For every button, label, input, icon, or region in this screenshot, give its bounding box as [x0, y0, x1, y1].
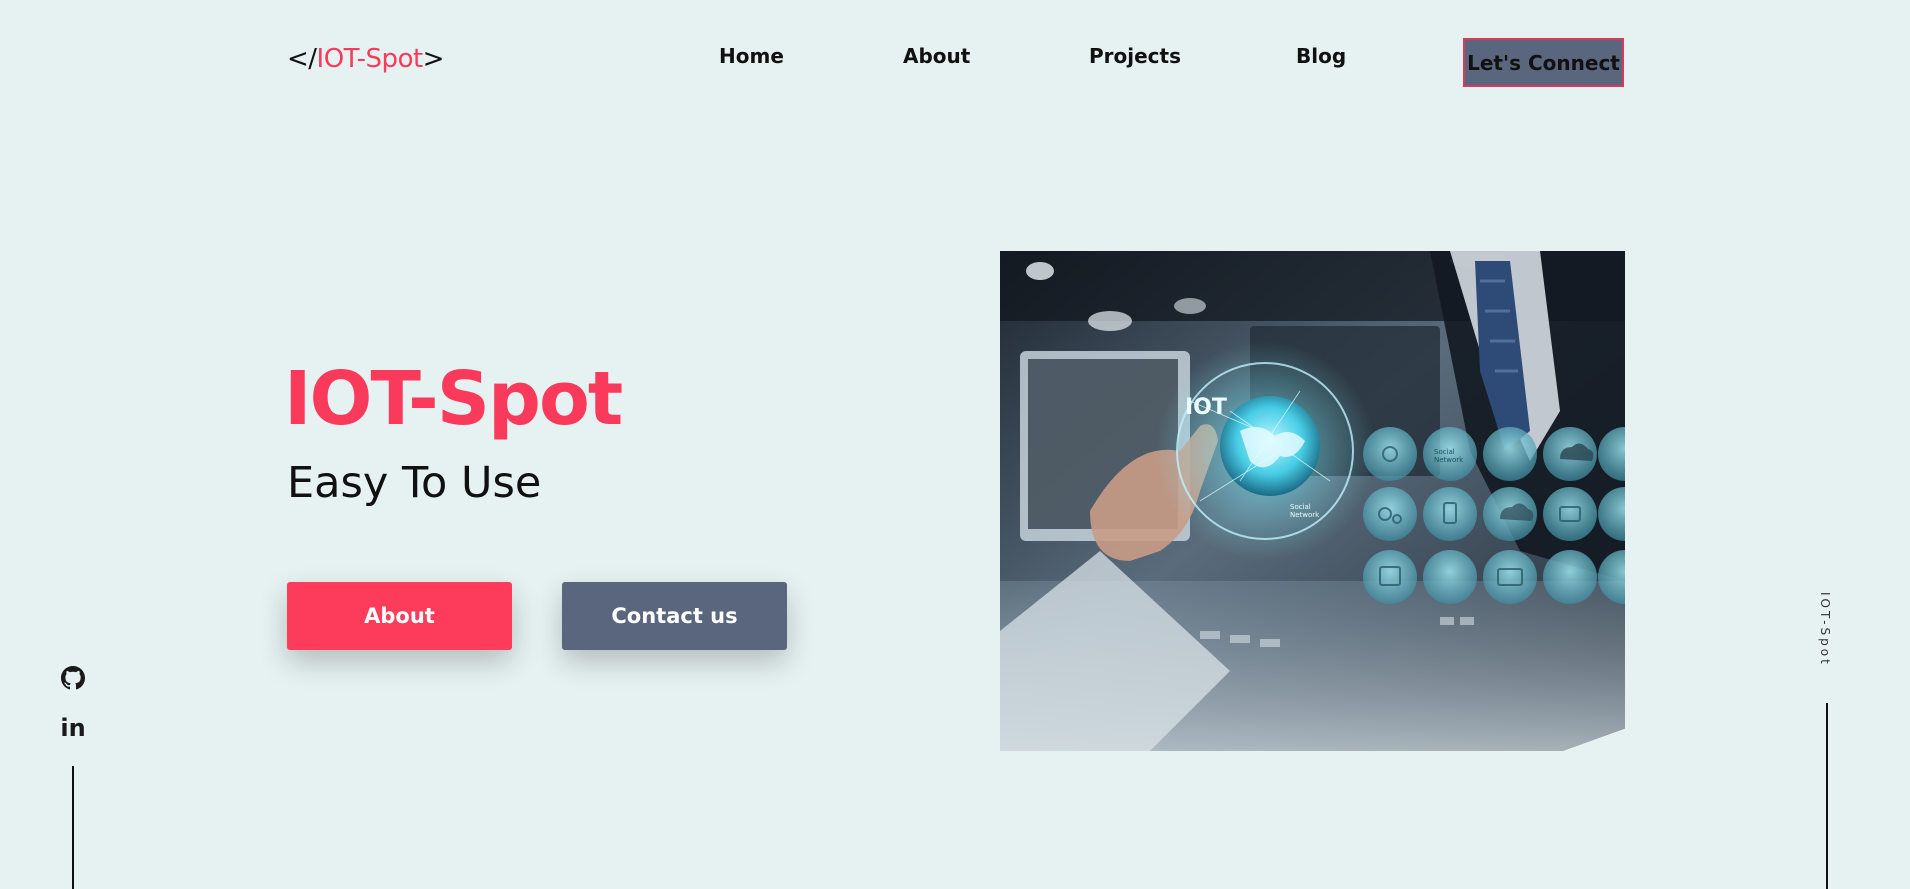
about-button[interactable]: About — [287, 582, 512, 650]
nav-about[interactable]: About — [903, 44, 970, 68]
linkedin-icon[interactable]: in — [60, 714, 86, 742]
nav-blog[interactable]: Blog — [1296, 44, 1346, 68]
logo-prefix: </ — [287, 44, 317, 74]
image-globe-label-2: Network — [1290, 511, 1320, 519]
logo-name: IOT-Spot — [316, 44, 424, 74]
image-bubble-label-1: Social — [1434, 448, 1455, 456]
linkedin-icon-text: in — [60, 714, 86, 742]
image-bubble-label-2: Network — [1434, 456, 1464, 464]
nav-home[interactable]: Home — [719, 44, 784, 68]
left-divider-line — [72, 766, 74, 889]
logo-suffix: > — [422, 44, 445, 74]
hero-image: IOT Social Network Social Network — [1000, 251, 1625, 751]
image-iot-label: IOT — [1185, 395, 1227, 420]
image-globe-label-1: Social — [1290, 503, 1311, 511]
right-divider-line — [1826, 703, 1828, 889]
site-logo[interactable]: </IOT-Spot> — [287, 44, 444, 74]
github-icon[interactable] — [60, 665, 86, 691]
landing-page: </IOT-Spot> Home About Projects Blog Let… — [0, 0, 1910, 889]
lets-connect-button[interactable]: Let's Connect — [1463, 38, 1624, 87]
image-icon-bubbles: Social Network — [1363, 427, 1625, 604]
hero-title: IOT-Spot — [284, 356, 623, 442]
nav-projects[interactable]: Projects — [1089, 44, 1181, 68]
contact-us-button[interactable]: Contact us — [562, 582, 787, 650]
hero-subtitle: Easy To Use — [287, 458, 542, 508]
side-brand-text: IOT-Spot — [1818, 592, 1832, 667]
